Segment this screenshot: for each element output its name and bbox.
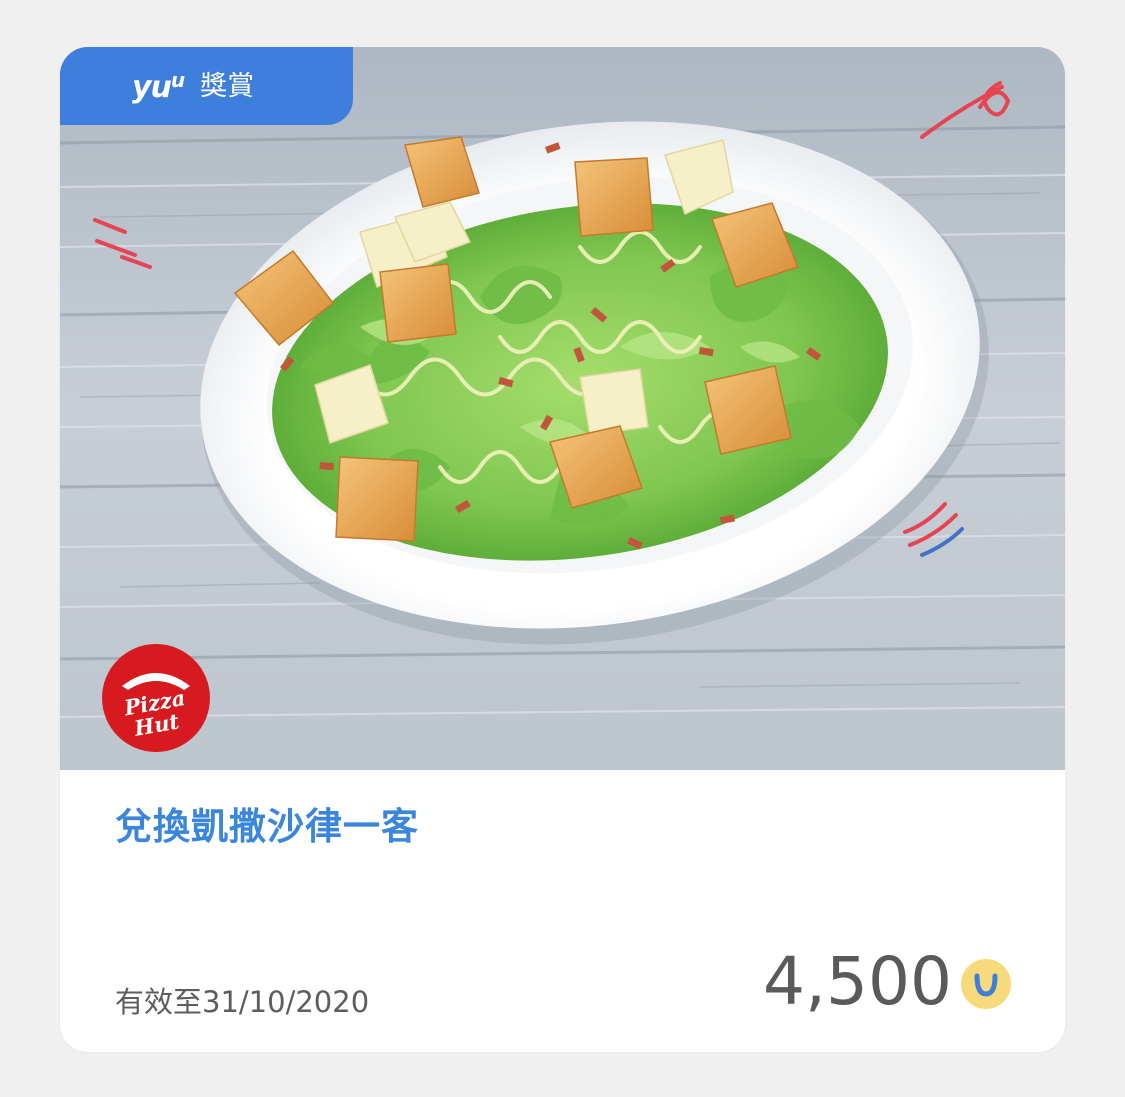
points-cost: 4,500: [763, 942, 1012, 1022]
yuu-point-coin-icon: [961, 959, 1011, 1009]
points-value: 4,500: [763, 943, 952, 1020]
reward-image: yuu 獎賞 Pizza Hut: [60, 47, 1065, 770]
badge-label: 獎賞: [200, 70, 255, 102]
yuu-logo: yuu: [132, 67, 185, 105]
yuu-rewards-badge: yuu 獎賞: [60, 47, 353, 125]
reward-title: 兌換凱撒沙律一客: [115, 805, 419, 848]
reward-card[interactable]: yuu 獎賞 Pizza Hut 兌換凱撒沙律一客 有效至31/10/2020 …: [60, 47, 1065, 1052]
validity-date: 有效至31/10/2020: [115, 985, 370, 1019]
pizza-hut-logo: Pizza Hut: [102, 644, 210, 752]
